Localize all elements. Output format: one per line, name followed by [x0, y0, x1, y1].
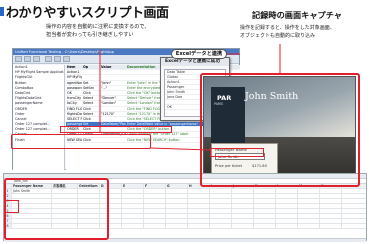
input-connector-line: [149, 147, 211, 151]
callout-connectors: [99, 44, 281, 151]
